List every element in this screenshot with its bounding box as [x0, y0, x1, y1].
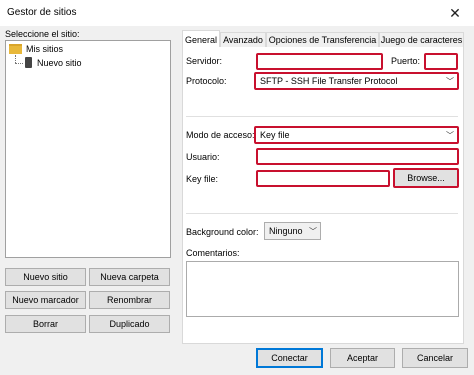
protocol-label: Protocolo: [186, 76, 227, 86]
rename-button[interactable]: Renombrar [89, 291, 170, 309]
site-tree[interactable] [5, 40, 171, 258]
user-value [262, 150, 443, 163]
tab-charset[interactable]: Juego de caracteres [379, 32, 464, 47]
port-value [430, 55, 442, 68]
port-label: Puerto: [391, 56, 421, 66]
protocol-value: SFTP - SSH File Transfer Protocol [260, 76, 398, 86]
tree-site-label: Nuevo sitio [37, 57, 82, 68]
bg-color-value: Ninguno [269, 226, 303, 236]
accept-button[interactable]: Aceptar [330, 348, 395, 368]
comments-label: Comentarios: [186, 248, 240, 258]
keyfile-field[interactable] [256, 170, 390, 187]
folder-icon [9, 44, 22, 54]
access-mode-label: Modo de acceso: [186, 130, 255, 140]
keyfile-value [262, 172, 374, 185]
new-bookmark-button[interactable]: Nuevo marcador [5, 291, 86, 309]
access-mode-value: Key file [260, 130, 290, 140]
close-icon[interactable]: ✕ [443, 3, 467, 23]
browse-button-label: Browse... [407, 173, 445, 183]
bg-color-select[interactable]: Ninguno ﹀ [264, 222, 321, 240]
window-title: Gestor de sitios [7, 7, 77, 18]
tab-transfer-options[interactable]: Opciones de Transferencia [266, 32, 379, 47]
user-field[interactable] [256, 148, 459, 165]
server-value [262, 55, 367, 68]
divider [186, 213, 458, 214]
user-label: Usuario: [186, 152, 220, 162]
cancel-button[interactable]: Cancelar [402, 348, 468, 368]
computer-icon [25, 57, 32, 68]
server-label: Servidor: [186, 56, 223, 66]
connect-button[interactable]: Conectar [256, 348, 323, 368]
new-site-button[interactable]: Nuevo sitio [5, 268, 86, 286]
tree-item-my-sites[interactable]: Mis sitios [9, 44, 63, 54]
chevron-down-icon: ﹀ [446, 130, 454, 140]
keyfile-label: Key file: [186, 174, 219, 184]
bg-color-label: Background color: [186, 227, 259, 237]
new-folder-button[interactable]: Nueva carpeta [89, 268, 170, 286]
browse-button[interactable]: Browse... [393, 168, 459, 188]
delete-button[interactable]: Borrar [5, 315, 86, 333]
divider [186, 116, 458, 117]
comments-textarea[interactable] [186, 261, 459, 317]
duplicate-button[interactable]: Duplicado [89, 315, 170, 333]
port-field[interactable] [424, 53, 458, 70]
tab-general[interactable]: General [182, 30, 220, 48]
select-site-label: Seleccione el sitio: [5, 29, 80, 39]
chevron-down-icon: ﹀ [309, 226, 317, 236]
tree-item-new-site[interactable]: Nuevo sitio [25, 57, 82, 68]
server-field[interactable] [256, 53, 383, 70]
chevron-down-icon: ﹀ [446, 76, 454, 86]
tree-connector [15, 63, 23, 64]
tab-advanced[interactable]: Avanzado [220, 32, 266, 47]
protocol-select[interactable]: SFTP - SSH File Transfer Protocol ﹀ [254, 72, 459, 90]
tree-folder-label: Mis sitios [26, 44, 64, 54]
tree-connector [15, 55, 16, 63]
access-mode-select[interactable]: Key file ﹀ [254, 126, 459, 144]
